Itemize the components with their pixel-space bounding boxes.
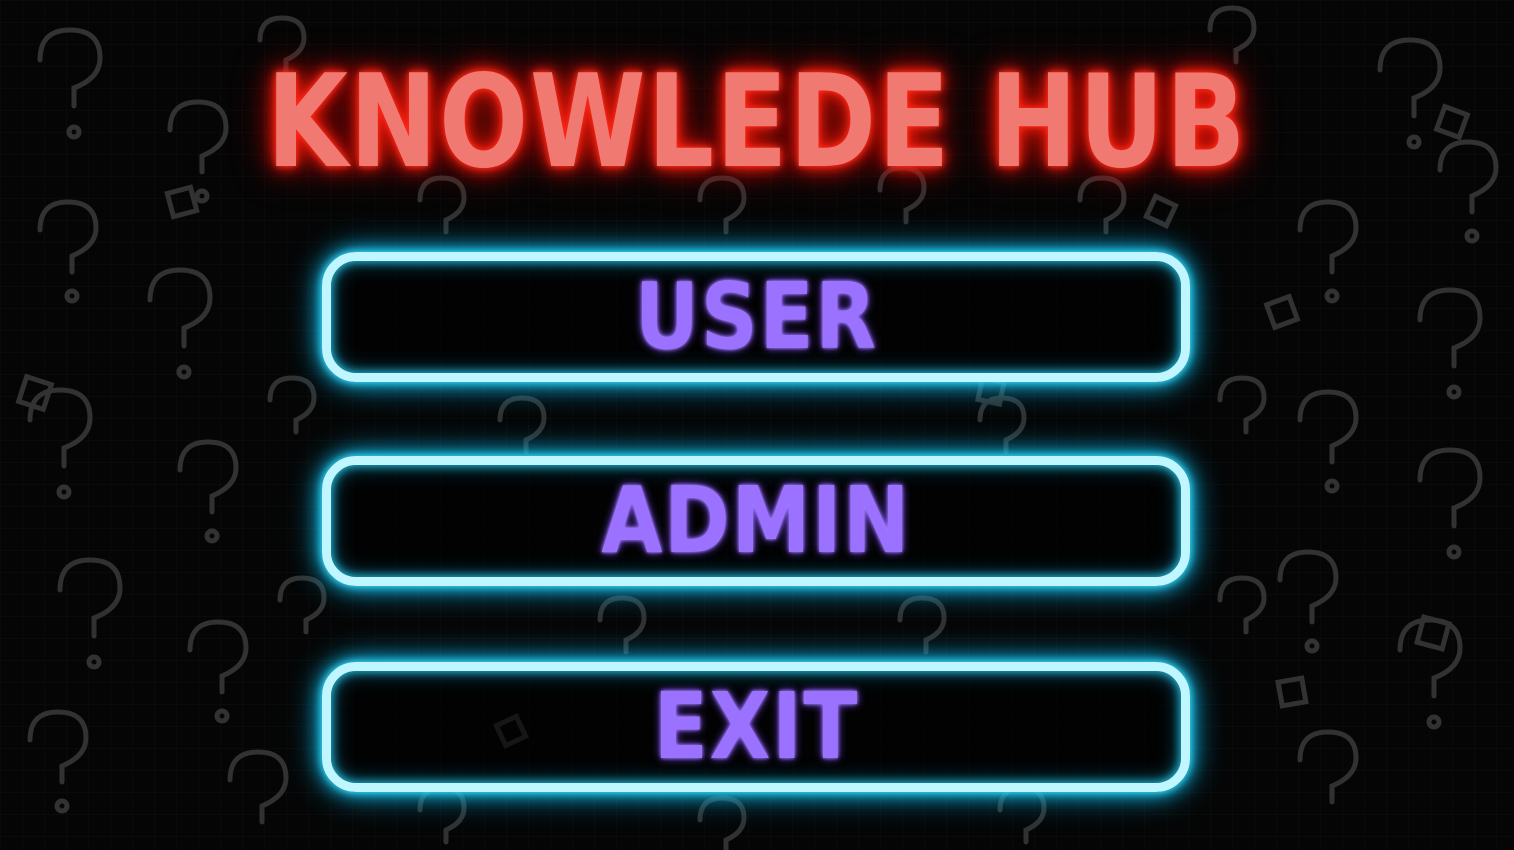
admin-button-label: ADMIN [601, 467, 911, 574]
exit-button[interactable]: EXIT [322, 662, 1190, 792]
main-menu-screen: KNOWLEDE HUB USER ADMIN EXIT [0, 0, 1514, 850]
exit-button-label: EXIT [653, 673, 859, 780]
admin-button[interactable]: ADMIN [322, 456, 1190, 586]
user-button[interactable]: USER [322, 252, 1190, 382]
user-button-label: USER [634, 263, 878, 370]
game-title: KNOWLEDE HUB [266, 48, 1248, 197]
